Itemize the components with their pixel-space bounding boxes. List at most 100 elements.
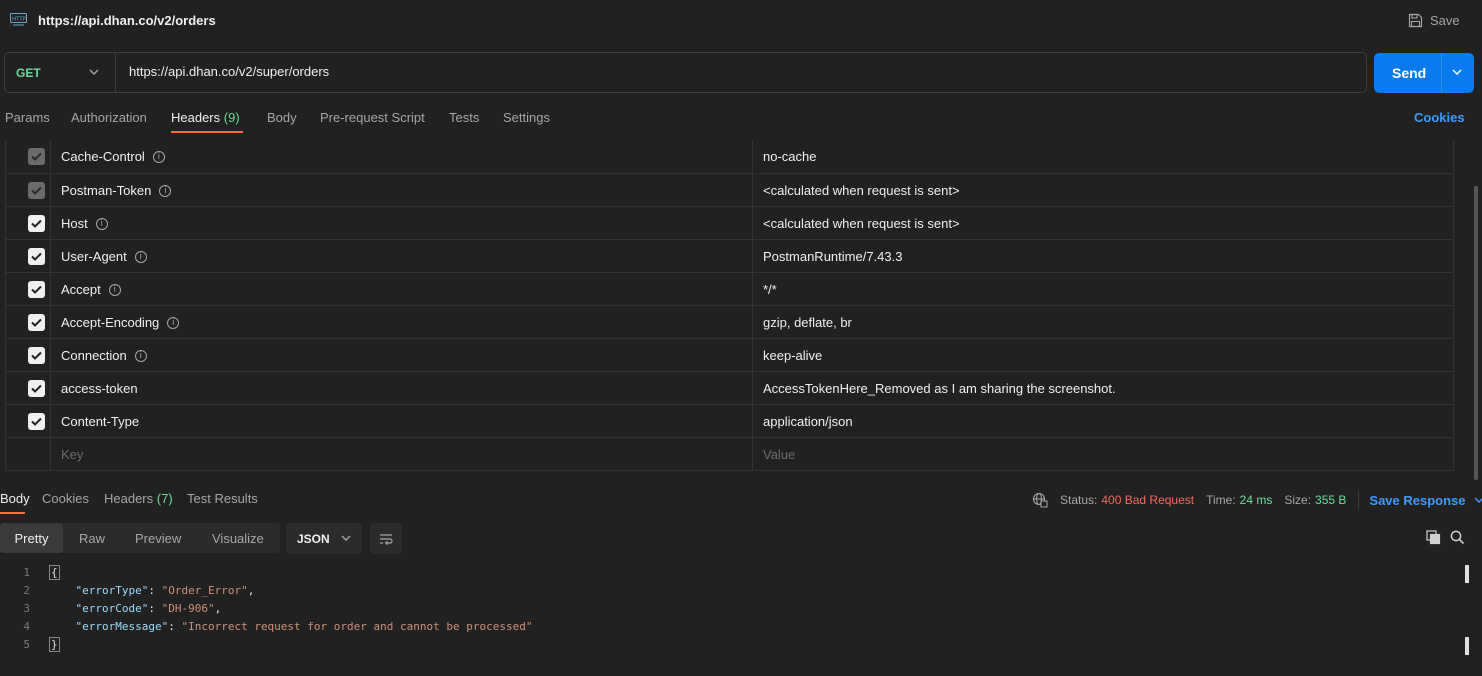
response-tab-cookies[interactable]: Cookies bbox=[42, 491, 89, 506]
cookies-link[interactable]: Cookies bbox=[1414, 110, 1465, 125]
chevron-down-icon bbox=[1474, 497, 1482, 503]
header-row: Cache-Control i no-cache bbox=[6, 140, 1453, 173]
response-tab-body[interactable]: Body bbox=[0, 491, 30, 506]
header-enabled-checkbox[interactable] bbox=[28, 314, 45, 331]
header-value-cell[interactable]: <calculated when request is sent> bbox=[752, 207, 1454, 239]
wrap-lines-icon bbox=[380, 533, 393, 545]
header-value-cell[interactable]: keep-alive bbox=[752, 339, 1454, 371]
info-icon[interactable]: i bbox=[159, 184, 172, 197]
tab-authorization[interactable]: Authorization bbox=[71, 110, 147, 125]
header-value: <calculated when request is sent> bbox=[763, 216, 960, 231]
header-value: PostmanRuntime/7.43.3 bbox=[763, 249, 903, 264]
size-value[interactable]: 355 B bbox=[1315, 493, 1346, 507]
header-enabled-checkbox[interactable] bbox=[28, 215, 45, 232]
checkbox-cell bbox=[6, 207, 51, 239]
format-select-value: JSON bbox=[297, 531, 330, 546]
network-globe-icon[interactable] bbox=[1032, 492, 1048, 508]
header-enabled-checkbox[interactable] bbox=[28, 281, 45, 298]
method-select[interactable]: GET bbox=[5, 53, 116, 92]
header-key-text: Content-Type bbox=[61, 414, 140, 429]
chevron-down-icon[interactable] bbox=[1452, 69, 1462, 76]
checkmark-icon bbox=[31, 152, 42, 161]
response-body-editor[interactable]: 1 { 2 "errorType": "Order_Error", 3 "err… bbox=[0, 564, 1462, 654]
header-key-text: Accept-Encoding bbox=[61, 315, 160, 330]
info-icon[interactable]: i bbox=[134, 349, 147, 362]
save-response-button[interactable]: Save Response bbox=[1369, 493, 1482, 508]
header-key[interactable]: Accept-Encoding i bbox=[61, 315, 180, 330]
line-number: 4 bbox=[23, 620, 30, 633]
format-select[interactable]: JSON bbox=[286, 523, 362, 554]
wrap-lines-button[interactable] bbox=[370, 523, 402, 554]
method-label: GET bbox=[16, 65, 41, 80]
divider bbox=[1358, 491, 1360, 509]
json-key: "errorMessage" bbox=[75, 620, 169, 633]
header-value-cell[interactable]: no-cache bbox=[752, 140, 1454, 172]
header-key[interactable]: Content-Type bbox=[61, 414, 139, 429]
checkbox-cell bbox=[6, 405, 51, 437]
header-row: Accept i */* bbox=[6, 272, 1453, 305]
search-icon[interactable] bbox=[1450, 530, 1465, 545]
response-tab-headers[interactable]: Headers (7) bbox=[104, 491, 173, 506]
code-scroll-marker bbox=[1465, 565, 1469, 583]
header-enabled-checkbox[interactable] bbox=[28, 380, 45, 397]
header-enabled-checkbox[interactable] bbox=[28, 413, 45, 430]
header-key[interactable]: access-token bbox=[61, 381, 138, 396]
header-value-cell[interactable]: AccessTokenHere_Removed as I am sharing … bbox=[752, 372, 1454, 404]
view-raw-button[interactable]: Raw bbox=[79, 523, 105, 553]
header-value-cell[interactable]: gzip, deflate, br bbox=[752, 306, 1454, 338]
info-icon[interactable]: i bbox=[152, 150, 165, 163]
send-button[interactable]: Send bbox=[1374, 53, 1474, 93]
save-button[interactable]: Save bbox=[1408, 13, 1460, 28]
header-key-text: Postman-Token bbox=[61, 183, 152, 198]
info-icon[interactable]: i bbox=[95, 217, 108, 230]
info-icon[interactable]: i bbox=[108, 283, 121, 296]
response-tab-test-results[interactable]: Test Results bbox=[187, 491, 258, 506]
header-enabled-checkbox[interactable] bbox=[28, 248, 45, 265]
header-enabled-checkbox[interactable] bbox=[28, 347, 45, 364]
checkmark-icon bbox=[31, 351, 42, 360]
checkbox-cell bbox=[6, 339, 51, 371]
code-line: 2 "errorType": "Order_Error", bbox=[0, 582, 1462, 600]
header-value: application/json bbox=[763, 414, 853, 429]
header-value-cell[interactable]: PostmanRuntime/7.43.3 bbox=[752, 240, 1454, 272]
header-enabled-checkbox[interactable] bbox=[28, 148, 45, 165]
request-title[interactable]: https://api.dhan.co/v2/orders bbox=[38, 13, 216, 28]
header-key[interactable]: User-Agent i bbox=[61, 249, 147, 264]
header-key[interactable]: Host i bbox=[61, 216, 108, 231]
header-key[interactable]: Postman-Token i bbox=[61, 183, 172, 198]
info-icon[interactable]: i bbox=[167, 316, 180, 329]
time-value[interactable]: 24 ms bbox=[1240, 493, 1273, 507]
tab-prerequest-script[interactable]: Pre-request Script bbox=[320, 110, 425, 125]
tab-settings[interactable]: Settings bbox=[503, 110, 550, 125]
header-value-cell[interactable]: <calculated when request is sent> bbox=[752, 174, 1454, 206]
info-icon[interactable]: i bbox=[134, 250, 147, 263]
header-key[interactable]: Cache-Control i bbox=[61, 149, 165, 164]
checkbox-cell bbox=[6, 372, 51, 404]
view-visualize-button[interactable]: Visualize bbox=[212, 523, 264, 553]
header-value-cell[interactable]: application/json bbox=[752, 405, 1454, 437]
tab-tests[interactable]: Tests bbox=[449, 110, 479, 125]
active-response-tab-indicator bbox=[0, 512, 25, 514]
response-tab-headers-count: (7) bbox=[156, 491, 173, 506]
scrollbar[interactable] bbox=[1474, 186, 1478, 480]
copy-icon[interactable] bbox=[1426, 530, 1441, 545]
view-pretty-button[interactable]: Pretty bbox=[0, 523, 63, 553]
url-input[interactable]: https://api.dhan.co/v2/super/orders bbox=[129, 64, 329, 79]
header-value-cell[interactable]: */* bbox=[752, 273, 1454, 305]
new-key-input[interactable]: Key bbox=[61, 447, 83, 462]
size-label: Size: bbox=[1284, 493, 1312, 507]
tab-params[interactable]: Params bbox=[5, 110, 50, 125]
tab-headers[interactable]: Headers (9) bbox=[171, 110, 240, 125]
checkbox-cell bbox=[6, 438, 51, 470]
url-bar: GET https://api.dhan.co/v2/super/orders bbox=[4, 52, 1367, 93]
header-key[interactable]: Accept i bbox=[61, 282, 121, 297]
header-enabled-checkbox[interactable] bbox=[28, 182, 45, 199]
new-value-cell[interactable]: Value bbox=[752, 438, 1454, 470]
view-preview-button[interactable]: Preview bbox=[135, 523, 181, 553]
header-key-text: Cache-Control bbox=[61, 149, 145, 164]
status-value[interactable]: 400 Bad Request bbox=[1101, 493, 1194, 507]
checkmark-icon bbox=[31, 417, 42, 426]
header-key[interactable]: Connection i bbox=[61, 348, 147, 363]
tab-body[interactable]: Body bbox=[267, 110, 297, 125]
tab-headers-count: (9) bbox=[223, 110, 240, 125]
